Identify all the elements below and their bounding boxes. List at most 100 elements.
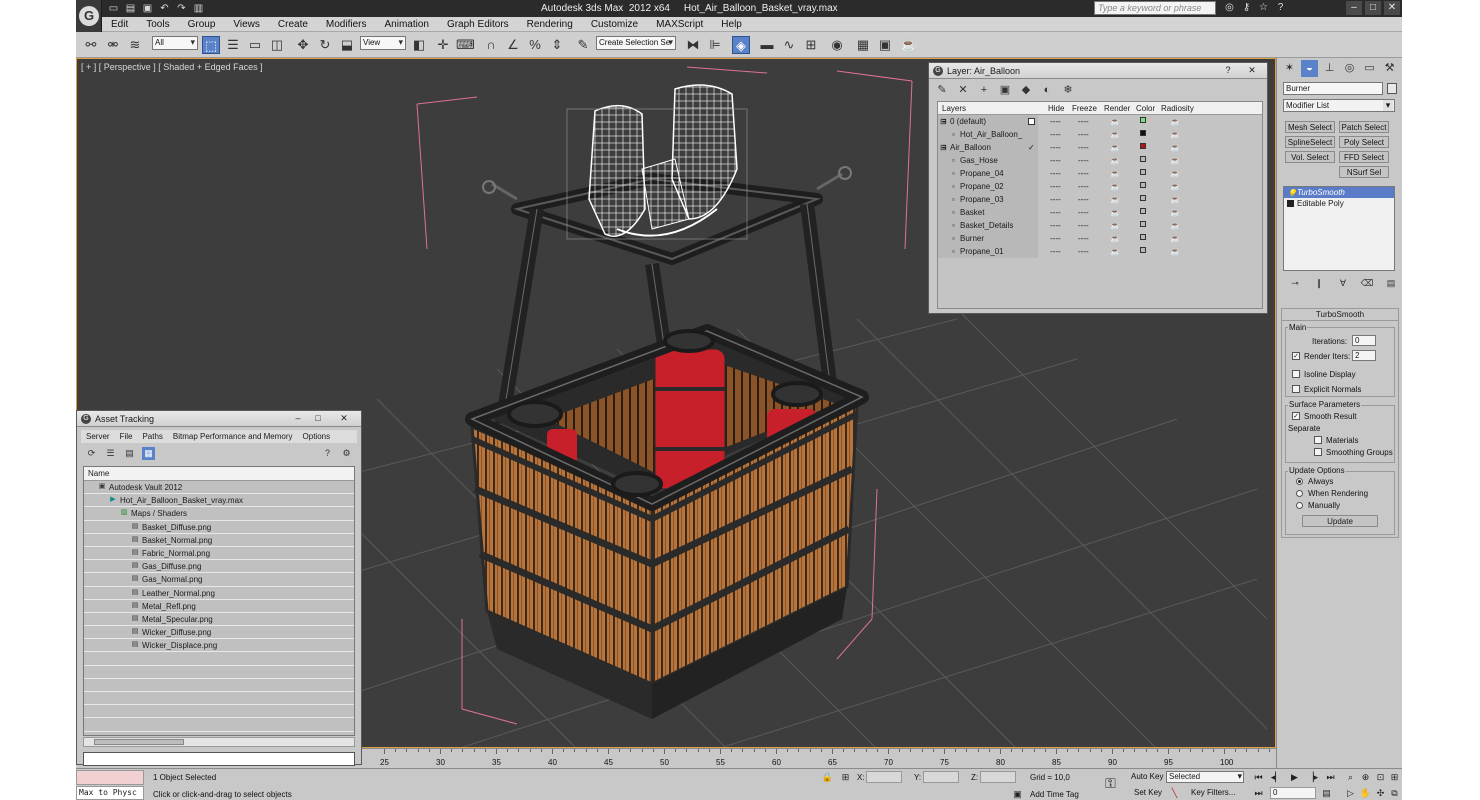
play-icon[interactable]: ▶ — [1288, 771, 1301, 783]
layer-row[interactable]: ▫ Propane_02 ---- ---- ☕ ☕ — [938, 180, 1194, 193]
utilities-tab-icon[interactable]: ⚒ — [1381, 60, 1398, 77]
lightbulb-icon[interactable]: 💡 — [1287, 189, 1297, 198]
freeze-toggle[interactable]: ---- — [1078, 182, 1089, 191]
mesh-select-button[interactable]: Mesh Select — [1285, 121, 1335, 133]
time-config-icon[interactable]: ▤ — [1320, 787, 1333, 799]
zoom-icon[interactable]: ⌕ — [1344, 771, 1357, 783]
layer-name[interactable]: Burner — [960, 234, 984, 243]
render-teapot-icon[interactable]: ☕ — [1110, 247, 1120, 256]
y-coordinate-field[interactable] — [923, 771, 959, 783]
menu-item-group[interactable]: Group — [179, 17, 225, 31]
render-setup-icon[interactable]: ▦ — [854, 36, 872, 54]
render-teapot-icon[interactable]: ☕ — [1110, 117, 1120, 126]
current-frame-field[interactable]: 0 — [1270, 787, 1316, 799]
close-icon[interactable]: ✕ — [337, 413, 351, 424]
key-icon[interactable]: ╲ — [1168, 787, 1181, 799]
asset-row[interactable]: ▶ Hot_Air_Balloon_Basket_vray.max — [84, 494, 354, 508]
settings-icon[interactable]: ⚙ — [340, 447, 353, 460]
layer-row[interactable]: ▫ Hot_Air_Balloon_ ---- ---- ☕ ☕ — [938, 128, 1194, 141]
layer-name[interactable]: 0 (default) — [950, 117, 986, 126]
pivot-center-icon[interactable]: ◧ — [410, 36, 428, 54]
materials-checkbox[interactable] — [1314, 436, 1322, 444]
render-iters-spinner[interactable]: 2 — [1352, 350, 1376, 361]
percent-snap-icon[interactable]: % — [526, 36, 544, 54]
asset-menu-file[interactable]: File — [115, 430, 138, 443]
rollout-title[interactable]: TurboSmooth — [1282, 310, 1398, 321]
key-mode-dropdown[interactable]: Selected — [1166, 771, 1244, 783]
freeze-toggle[interactable]: ---- — [1078, 247, 1089, 256]
render-teapot-icon[interactable]: ☕ — [1110, 130, 1120, 139]
layer-name[interactable]: Propane_02 — [960, 182, 1004, 191]
object-color-swatch[interactable] — [1387, 83, 1397, 94]
layer-name[interactable]: Propane_01 — [960, 247, 1004, 256]
asset-menu-bitmap-performance-and-memory[interactable]: Bitmap Performance and Memory — [168, 430, 298, 443]
freeze-toggle[interactable]: ---- — [1078, 143, 1089, 152]
stack-item-editable-poly[interactable]: Editable Poly — [1284, 198, 1394, 209]
hide-toggle[interactable]: ---- — [1050, 117, 1061, 126]
smooth-result-checkbox[interactable]: ✓ — [1292, 412, 1300, 420]
layer-color-swatch[interactable] — [1140, 234, 1146, 240]
graphite-ribbon-icon[interactable]: ▬ — [758, 36, 776, 54]
menu-item-create[interactable]: Create — [269, 17, 317, 31]
key-icon[interactable]: ⚷ — [1239, 1, 1254, 15]
menu-item-modifiers[interactable]: Modifiers — [317, 17, 376, 31]
radiosity-icon[interactable]: ☕ — [1170, 143, 1180, 152]
freeze-toggle[interactable]: ---- — [1078, 156, 1089, 165]
maximize-icon[interactable]: □ — [1365, 1, 1381, 15]
create-tab-icon[interactable]: ✶ — [1281, 60, 1298, 77]
layer-color-swatch[interactable] — [1140, 182, 1146, 188]
radiosity-icon[interactable]: ☕ — [1170, 169, 1180, 178]
explicit-normals-checkbox[interactable] — [1292, 385, 1300, 393]
select-in-layer-icon[interactable]: ▣ — [998, 83, 1012, 97]
display-tab-icon[interactable]: ▭ — [1361, 60, 1378, 77]
asset-row[interactable]: ▤ Basket_Diffuse.png — [84, 521, 354, 534]
spinner-snap-icon[interactable]: ⇕ — [548, 36, 566, 54]
when-rendering-radio[interactable] — [1296, 490, 1303, 497]
orbit-icon[interactable]: ✣ — [1374, 787, 1387, 799]
select-object-icon[interactable]: ⬚ — [202, 36, 220, 54]
layer-row[interactable]: ▫ Propane_01 ---- ---- ☕ ☕ — [938, 245, 1194, 258]
bind-spacewarp-icon[interactable]: ≋ — [126, 36, 144, 54]
help-icon[interactable]: ? — [1273, 1, 1288, 15]
layer-row[interactable]: ⊟ ≡ 0 (default) ---- ---- ☕ ☕ — [938, 115, 1194, 128]
freeze-toggle[interactable]: ---- — [1078, 195, 1089, 204]
column-color[interactable]: Color — [1136, 104, 1155, 113]
radiosity-icon[interactable]: ☕ — [1170, 195, 1180, 204]
ffd-select-button[interactable]: FFD Select — [1339, 151, 1389, 163]
column-layers[interactable]: Layers — [942, 104, 966, 113]
rectangular-region-icon[interactable]: ▭ — [246, 36, 264, 54]
freeze-toggle[interactable]: ---- — [1078, 234, 1089, 243]
layer-window-titlebar[interactable]: G Layer: Air_Balloon ? ✕ — [929, 63, 1267, 79]
rendered-frame-icon[interactable]: ▣ — [876, 36, 894, 54]
configure-sets-icon[interactable]: ▤ — [1383, 278, 1399, 291]
layer-name[interactable]: Propane_04 — [960, 169, 1004, 178]
hide-toggle[interactable]: ---- — [1050, 234, 1061, 243]
time-tag-icon[interactable]: ▣ — [1011, 788, 1024, 800]
radiosity-icon[interactable]: ☕ — [1170, 221, 1180, 230]
asset-row[interactable]: ▤ Metal_Refl.png — [84, 600, 354, 613]
layer-row[interactable]: ▫ Basket ---- ---- ☕ ☕ — [938, 206, 1194, 219]
previous-frame-icon[interactable]: ◂▏ — [1270, 771, 1283, 783]
asset-tracking-titlebar[interactable]: G Asset Tracking – □ ✕ — [77, 411, 361, 427]
manually-radio[interactable] — [1296, 502, 1303, 509]
layer-row[interactable]: ▫ Burner ---- ---- ☕ ☕ — [938, 232, 1194, 245]
project-folder-icon[interactable]: ▥ — [191, 2, 206, 15]
material-editor-icon[interactable]: ◉ — [828, 36, 846, 54]
align-icon[interactable]: ⊫ — [706, 36, 724, 54]
key-mode-toggle-icon[interactable]: ⏭ — [1252, 787, 1265, 799]
curve-editor-icon[interactable]: ∿ — [780, 36, 798, 54]
render-teapot-icon[interactable]: ☕ — [1110, 195, 1120, 204]
stack-item-turbosmooth[interactable]: 💡 TurboSmooth — [1284, 187, 1394, 198]
move-icon[interactable]: ✥ — [294, 36, 312, 54]
layer-row[interactable]: ▫ Basket_Details ---- ---- ☕ ☕ — [938, 219, 1194, 232]
render-teapot-icon[interactable]: ☕ — [1110, 169, 1120, 178]
menu-item-rendering[interactable]: Rendering — [518, 17, 582, 31]
always-radio[interactable] — [1296, 478, 1303, 485]
current-layer-check[interactable]: ✓ — [1028, 143, 1035, 152]
rotate-icon[interactable]: ↻ — [316, 36, 334, 54]
edit-named-selection-icon[interactable]: ✎ — [574, 36, 592, 54]
layer-color-swatch[interactable] — [1140, 117, 1146, 123]
freeze-toggle[interactable]: ---- — [1078, 117, 1089, 126]
freeze-all-icon[interactable]: ❄ — [1061, 83, 1075, 97]
hide-toggle[interactable]: ---- — [1050, 130, 1061, 139]
